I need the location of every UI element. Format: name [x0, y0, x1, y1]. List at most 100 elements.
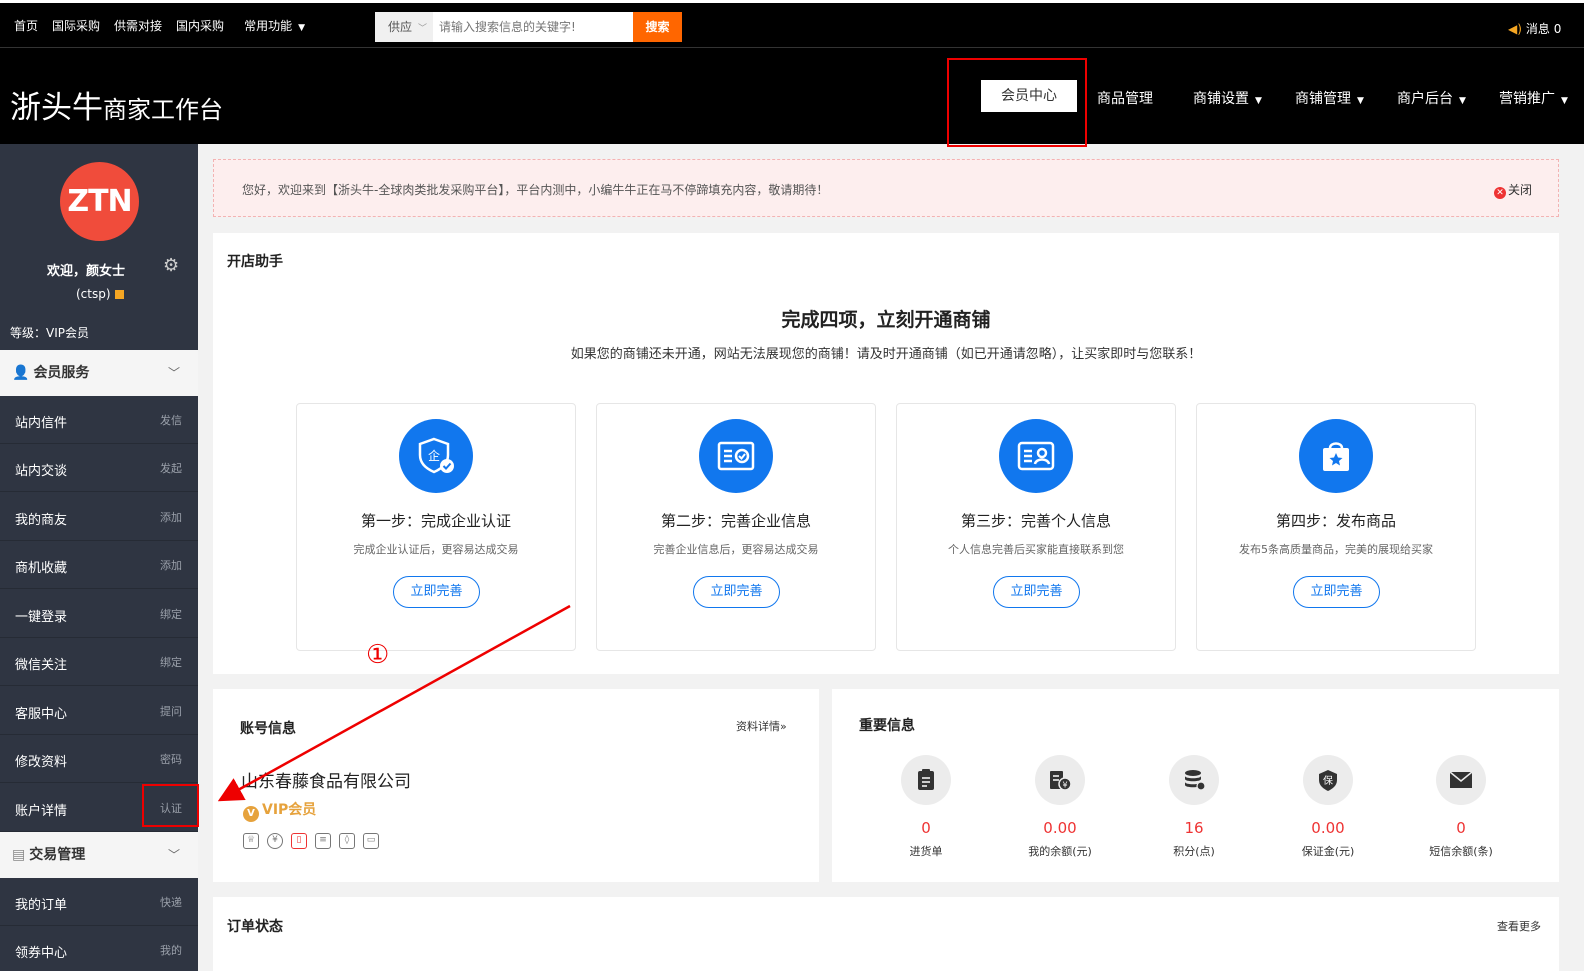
- avatar[interactable]: ZTN: [60, 162, 139, 241]
- search-type-label: 供应: [388, 20, 413, 34]
- annotation-step-number: ①: [366, 640, 390, 670]
- step-complete-button[interactable]: 立即完善: [393, 576, 480, 608]
- brand-main: 浙头牛: [10, 90, 103, 126]
- vip-icon: V: [243, 806, 259, 822]
- nav-shop-settings[interactable]: 商铺设置 ▼: [1193, 88, 1262, 108]
- nav-shop-management-label: 商铺管理: [1295, 91, 1351, 107]
- search-input[interactable]: [433, 12, 633, 42]
- chevron-down-icon: ﹀: [167, 848, 180, 862]
- helper-title: 开店助手: [227, 254, 283, 270]
- sidebar-item-wechat[interactable]: 微信关注 绑定: [0, 638, 198, 686]
- mobile-icon[interactable]: ▯: [291, 833, 307, 849]
- top-nav-supply[interactable]: 供需对接: [114, 17, 162, 34]
- vip-label: VIP会员: [262, 802, 317, 818]
- step-complete-button[interactable]: 立即完善: [693, 576, 780, 608]
- helper-headline: 完成四项，立刻开通商铺: [781, 309, 991, 331]
- sidebar-item-action[interactable]: 快递: [160, 894, 182, 910]
- sidebar-item-orders[interactable]: 我的订单 快递: [0, 878, 198, 926]
- caret-down-icon: ▼: [1357, 96, 1364, 106]
- section-member-label: 会员服务: [33, 365, 90, 381]
- notice-close-button[interactable]: ✕ 关闭: [1493, 181, 1532, 199]
- nav-product-management[interactable]: 商品管理: [1097, 88, 1153, 108]
- sidebar-item-label: 站内信件: [15, 416, 68, 431]
- license-card-icon: [699, 419, 773, 493]
- sidebar-item-chat[interactable]: 站内交谈 发起: [0, 444, 198, 492]
- step-card-4: 第四步：发布商品 发布5条高质量商品，完美的展现给买家 立即完善: [1196, 403, 1476, 651]
- trophy-icon[interactable]: ♕: [243, 833, 259, 849]
- top-nav-common[interactable]: 常用功能 ▼: [244, 17, 319, 34]
- coins-icon: [1169, 755, 1219, 805]
- nav-merchant-backend-label: 商户后台: [1397, 91, 1453, 107]
- sidebar-item-action[interactable]: 发起: [160, 460, 182, 476]
- sidebar-item-quick-login[interactable]: 一键登录 绑定: [0, 590, 198, 638]
- step-desc: 完成企业认证后，更容易达成交易: [353, 543, 519, 556]
- step-title: 第三步：完善个人信息: [960, 512, 1111, 530]
- nav-marketing-label: 营销推广: [1499, 91, 1555, 107]
- account-info-panel: 账号信息 资料详情» 山东春藤食品有限公司 V VIP会员 ♕ ¥ ▯ ≡ ◊ ▭: [213, 689, 819, 882]
- orders-title: 订单状态: [227, 919, 283, 935]
- sidebar-item-label: 领券中心: [15, 946, 68, 961]
- sidebar-item-label: 站内交谈: [15, 464, 68, 479]
- sidebar-item-action[interactable]: 发信: [160, 412, 182, 428]
- search-bar: 供应 ﹀ 搜索: [375, 12, 682, 42]
- messages-link[interactable]: ◀) 消息 0: [1508, 20, 1561, 37]
- stat-value: 0: [921, 819, 931, 837]
- svg-text:¥: ¥: [1062, 781, 1067, 790]
- account-id-text: (ctsp): [76, 287, 111, 301]
- top-nav-domestic[interactable]: 国内采购: [176, 17, 224, 34]
- top-nav-intl[interactable]: 国际采购: [52, 17, 100, 34]
- sidebar-item-action[interactable]: 提问: [160, 703, 182, 719]
- enterprise-shield-icon: 企: [399, 419, 473, 493]
- nav-shop-management[interactable]: 商铺管理 ▼: [1295, 88, 1364, 108]
- important-info-panel: 重要信息 0 进货单 ¥ 0.00 我的余额(元) 16 积分(点) 保 0.0…: [832, 689, 1559, 882]
- sidebar-item-label: 微信关注: [15, 658, 68, 673]
- nav-member-center[interactable]: 会员中心: [981, 80, 1077, 112]
- step-complete-button[interactable]: 立即完善: [1293, 576, 1380, 608]
- sidebar-item-action[interactable]: 添加: [160, 557, 182, 573]
- welcome-text: 欢迎，颜女士: [47, 264, 126, 279]
- brand-logo[interactable]: 浙头牛商家工作台: [10, 82, 223, 127]
- nav-marketing[interactable]: 营销推广 ▼: [1499, 88, 1568, 108]
- caret-down-icon: ▼: [1561, 96, 1568, 106]
- stat-value: 16: [1184, 819, 1204, 837]
- sidebar-item-action[interactable]: 密码: [160, 751, 182, 767]
- step-complete-button[interactable]: 立即完善: [993, 576, 1080, 608]
- orders-more-link[interactable]: 查看更多: [1497, 918, 1541, 934]
- nav-merchant-backend[interactable]: 商户后台 ▼: [1397, 88, 1466, 108]
- shop-helper-panel: 开店助手 完成四项，立刻开通商铺 如果您的商铺还未开通，网站无法展现您的商铺！请…: [213, 233, 1559, 674]
- section-trade-management[interactable]: ▤ 交易管理 ﹀: [0, 832, 198, 878]
- shield-icon[interactable]: ◊: [339, 833, 355, 849]
- chevron-down-icon: ﹀: [418, 24, 428, 34]
- user-icon: 👤: [12, 365, 30, 381]
- sidebar-item-coupons[interactable]: 领券中心 我的: [0, 926, 198, 971]
- gear-icon[interactable]: ⚙: [163, 255, 179, 276]
- sidebar-item-friends[interactable]: 我的商友 添加: [0, 493, 198, 541]
- account-details-link[interactable]: 资料详情»: [736, 718, 787, 734]
- stat-label: 保证金(元): [1301, 845, 1355, 858]
- section-member-services[interactable]: 👤 会员服务 ﹀: [0, 350, 198, 396]
- sidebar-item-action[interactable]: 绑定: [160, 654, 182, 670]
- sidebar-item-label: 客服中心: [15, 707, 68, 722]
- step-desc: 个人信息完善后买家能直接联系到您: [948, 543, 1124, 556]
- top-nav-home[interactable]: 首页: [14, 17, 38, 34]
- search-type-select[interactable]: 供应 ﹀: [375, 12, 433, 42]
- sidebar-item-action[interactable]: 我的: [160, 942, 182, 958]
- verification-badges: ♕ ¥ ▯ ≡ ◊ ▭: [243, 833, 387, 849]
- sidebar-item-support[interactable]: 客服中心 提问: [0, 687, 198, 735]
- sidebar-item-action[interactable]: 绑定: [160, 606, 182, 622]
- clipboard-icon: [901, 755, 951, 805]
- search-button[interactable]: 搜索: [633, 12, 682, 42]
- guarantee-icon[interactable]: ¥: [267, 833, 283, 849]
- bank-card-icon[interactable]: ▭: [363, 833, 379, 849]
- sidebar-item-action[interactable]: 添加: [160, 509, 182, 525]
- top-nav-common-label: 常用功能: [244, 19, 293, 33]
- sidebar-item-messages[interactable]: 站内信件 发信: [0, 396, 198, 444]
- step-title: 第一步：完成企业认证: [360, 512, 511, 530]
- sidebar-item-favorites[interactable]: 商机收藏 添加: [0, 541, 198, 589]
- stat-label: 积分(点): [1173, 845, 1215, 858]
- annotation-highlight-verify: [142, 784, 199, 827]
- id-card-icon[interactable]: ≡: [315, 833, 331, 849]
- notice-text: 您好，欢迎来到【浙头牛-全球肉类批发采购平台】，平台内测中，小编牛牛正在马不停蹄…: [242, 183, 829, 197]
- caret-down-icon: ▼: [1459, 96, 1466, 106]
- sidebar-item-edit-profile[interactable]: 修改资料 密码: [0, 735, 198, 783]
